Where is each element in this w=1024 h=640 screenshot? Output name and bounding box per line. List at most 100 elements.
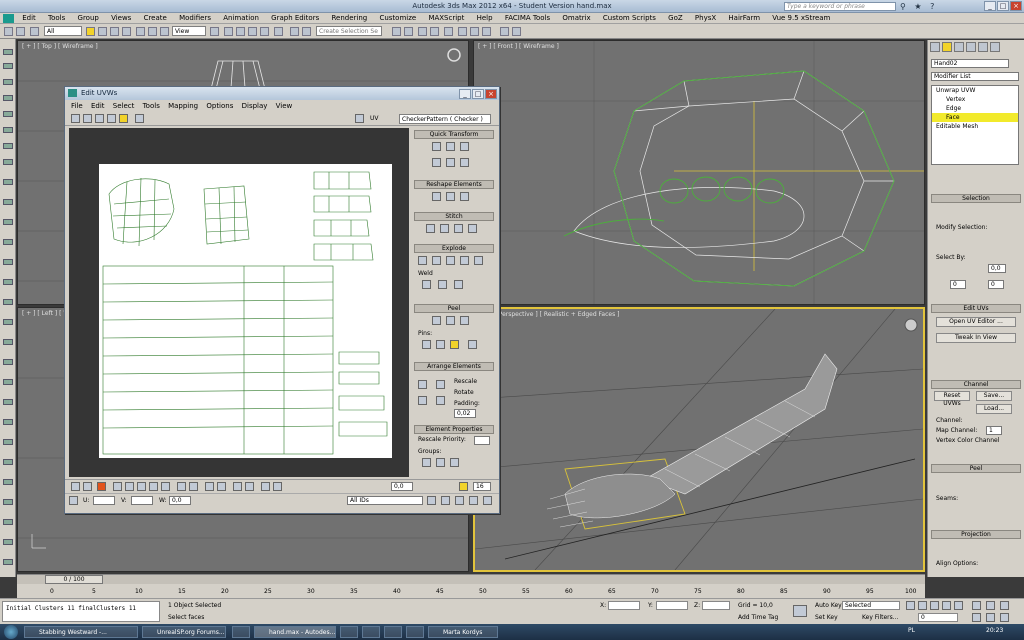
menu-custom-scripts[interactable]: Custom Scripts <box>603 13 656 22</box>
menu-help[interactable]: Help <box>477 13 493 22</box>
reset-peel-icon[interactable] <box>460 316 469 325</box>
tool-icon[interactable] <box>3 419 13 425</box>
key-mode-select[interactable]: Selected <box>842 601 900 610</box>
uv-maximize-button[interactable]: □ <box>472 89 484 99</box>
select-loop-field[interactable]: 0 <box>988 280 1004 289</box>
break-icon[interactable] <box>474 256 483 265</box>
pack-settings-icon[interactable] <box>436 396 445 405</box>
flatten-by-polygon-icon[interactable] <box>418 256 427 265</box>
reshape-elements-rollout[interactable]: Reshape Elements <box>414 180 494 189</box>
menu-rendering[interactable]: Rendering <box>331 13 367 22</box>
menu-modifiers[interactable]: Modifiers <box>179 13 211 22</box>
next-frame-icon[interactable] <box>942 601 951 610</box>
uv-show-map-icon[interactable] <box>355 114 364 123</box>
menu-vue-xstream[interactable]: Vue 9.5 xStream <box>772 13 830 22</box>
named-selection-set-input[interactable]: Create Selection Se <box>316 26 382 36</box>
uv-menu-display[interactable]: Display <box>242 102 268 110</box>
stack-item-face[interactable]: Face <box>932 113 1018 122</box>
pan-nav-icon[interactable] <box>986 601 995 610</box>
rotate-checkbox[interactable]: Rotate <box>454 389 474 396</box>
menu-hairfarm[interactable]: HairFarm <box>728 13 760 22</box>
quick-transform-rollout[interactable]: Quick Transform <box>414 130 494 139</box>
uv-close-button[interactable]: × <box>485 89 497 99</box>
tool-icon[interactable] <box>3 63 13 69</box>
menu-edit[interactable]: Edit <box>22 13 36 22</box>
clock[interactable]: 20:23 <box>986 627 1003 634</box>
tool-icon[interactable] <box>3 459 13 465</box>
stack-item-edge[interactable]: Edge <box>932 104 1018 113</box>
key-icon[interactable] <box>793 605 807 617</box>
auto-key-button[interactable]: Auto Key <box>815 602 842 609</box>
soft-select-icon[interactable] <box>205 482 214 491</box>
lock-selection-icon[interactable] <box>459 482 468 491</box>
key-filters-button[interactable]: Key Filters... <box>862 614 899 621</box>
grow-icon[interactable] <box>125 482 134 491</box>
taskbar-app-icon[interactable] <box>362 626 380 638</box>
flatten-custom-icon[interactable] <box>460 256 469 265</box>
create-tab-icon[interactable] <box>930 42 940 52</box>
maximize-button[interactable]: □ <box>997 1 1009 11</box>
vertex-color-channel-radio[interactable]: Vertex Color Channel <box>936 437 999 444</box>
edit-uvs-rollout[interactable]: Edit UVs <box>931 304 1021 313</box>
uv-minimize-button[interactable]: _ <box>459 89 471 99</box>
explode-rollout[interactable]: Explode <box>414 244 494 253</box>
face-mode-icon[interactable] <box>97 482 106 491</box>
pack-together-icon[interactable] <box>418 396 427 405</box>
tool-icon[interactable] <box>3 199 13 205</box>
taskbar-firefox-icon[interactable] <box>232 626 250 638</box>
tool-icon[interactable] <box>3 359 13 365</box>
tool-icon[interactable] <box>3 339 13 345</box>
uv-scale-icon[interactable] <box>95 114 104 123</box>
go-to-end-icon[interactable] <box>954 601 963 610</box>
uv-menu-view[interactable]: View <box>276 102 293 110</box>
projection-rollout[interactable]: Projection <box>931 530 1021 539</box>
peel-mode-icon[interactable] <box>446 316 455 325</box>
quick-peel-icon[interactable] <box>432 316 441 325</box>
paint-select-icon[interactable] <box>189 482 198 491</box>
language-indicator[interactable]: PL <box>908 627 915 634</box>
pivot-icon[interactable] <box>210 27 219 36</box>
falloff-field[interactable]: 0,0 <box>391 482 413 491</box>
taskbar-item-3dsmax[interactable]: hand.max - Autodes... <box>254 626 336 638</box>
u-field[interactable] <box>93 496 115 505</box>
minus-icon[interactable] <box>245 482 254 491</box>
element-properties-rollout[interactable]: Element Properties <box>414 425 494 434</box>
reset-uvws-button[interactable]: Reset UVWs <box>934 391 970 407</box>
extra-tool-icon[interactable] <box>500 27 509 36</box>
edge-loop-icon[interactable] <box>177 482 186 491</box>
channel-rollout[interactable]: Channel <box>931 380 1021 389</box>
menu-animation[interactable]: Animation <box>223 13 259 22</box>
tool-icon[interactable] <box>3 279 13 285</box>
tool-icon[interactable] <box>3 239 13 245</box>
add-time-tag-button[interactable]: Add Time Tag <box>738 614 778 621</box>
show-ids-icon[interactable] <box>427 496 436 505</box>
tool-icon[interactable] <box>3 559 13 565</box>
select-angle-field[interactable]: 0 <box>950 280 966 289</box>
select-uv-icon[interactable] <box>261 482 270 491</box>
tool-icon[interactable] <box>3 111 13 117</box>
start-button[interactable] <box>4 625 18 639</box>
select-pins-icon[interactable] <box>468 340 477 349</box>
uv-menu-options[interactable]: Options <box>206 102 233 110</box>
move-icon[interactable] <box>136 27 145 36</box>
menu-tools[interactable]: Tools <box>48 13 65 22</box>
group-select-icon[interactable] <box>422 458 431 467</box>
uv-rotate-icon[interactable] <box>83 114 92 123</box>
z-coordinate-field[interactable] <box>702 601 730 610</box>
app-logo-icon[interactable] <box>3 14 14 23</box>
tool-icon[interactable] <box>3 499 13 505</box>
taskbar-app-icon[interactable] <box>340 626 358 638</box>
graphite-icon[interactable] <box>404 27 413 36</box>
viewport-perspective[interactable]: [ + ] [ Perspective ] [ Realistic + Edge… <box>473 307 925 572</box>
taskbar-item-music[interactable]: Stabbing Westward -... <box>24 626 138 638</box>
stitch-target-icon[interactable] <box>440 224 449 233</box>
stitch-settings-icon[interactable] <box>468 224 477 233</box>
rescale-checkbox[interactable]: Rescale <box>454 378 477 385</box>
uv-menu-select[interactable]: Select <box>113 102 135 110</box>
ids-select[interactable]: All IDs <box>347 496 423 505</box>
stitch-rollout[interactable]: Stitch <box>414 212 494 221</box>
group-add-icon[interactable] <box>436 458 445 467</box>
close-button[interactable]: × <box>1010 1 1022 11</box>
maxscript-listener[interactable]: Initial Clusters 11 finalClusters 11 <box>2 601 160 622</box>
material-editor-icon[interactable] <box>444 27 453 36</box>
